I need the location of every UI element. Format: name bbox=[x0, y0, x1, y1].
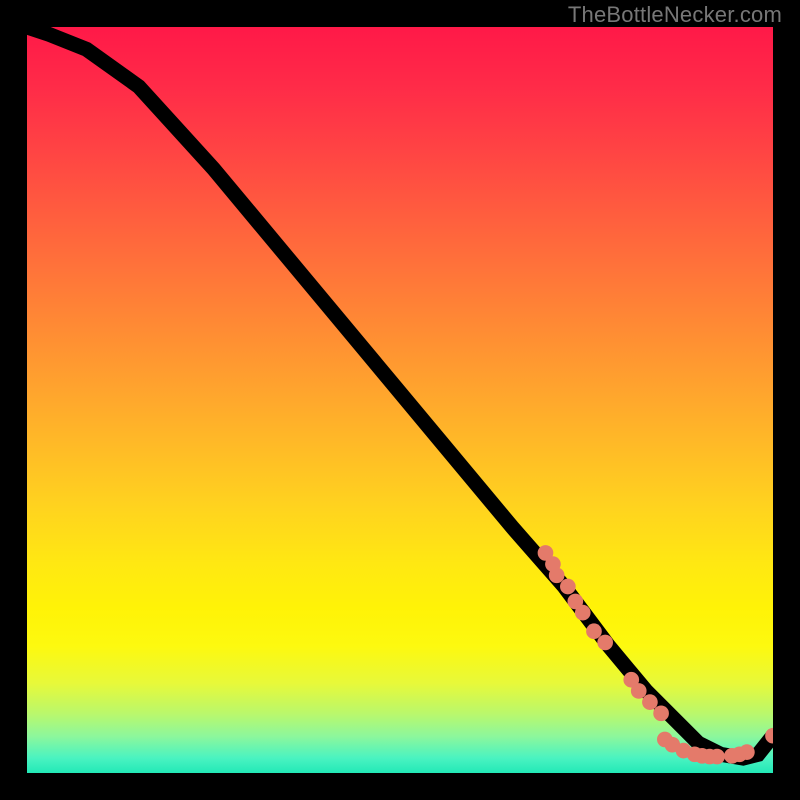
data-point bbox=[597, 635, 613, 651]
data-point bbox=[709, 749, 725, 765]
bottleneck-curve bbox=[27, 27, 773, 758]
data-point bbox=[586, 623, 602, 639]
data-point bbox=[739, 744, 755, 760]
data-point bbox=[631, 683, 647, 699]
dot-cluster bbox=[538, 545, 773, 764]
data-point bbox=[653, 705, 669, 721]
data-point bbox=[549, 567, 565, 583]
data-point bbox=[642, 694, 658, 710]
chart-overlay bbox=[27, 27, 773, 773]
data-point bbox=[560, 579, 576, 595]
chart-frame: TheBottleNecker.com bbox=[0, 0, 800, 800]
watermark-text: TheBottleNecker.com bbox=[568, 2, 782, 28]
data-point bbox=[575, 605, 591, 621]
